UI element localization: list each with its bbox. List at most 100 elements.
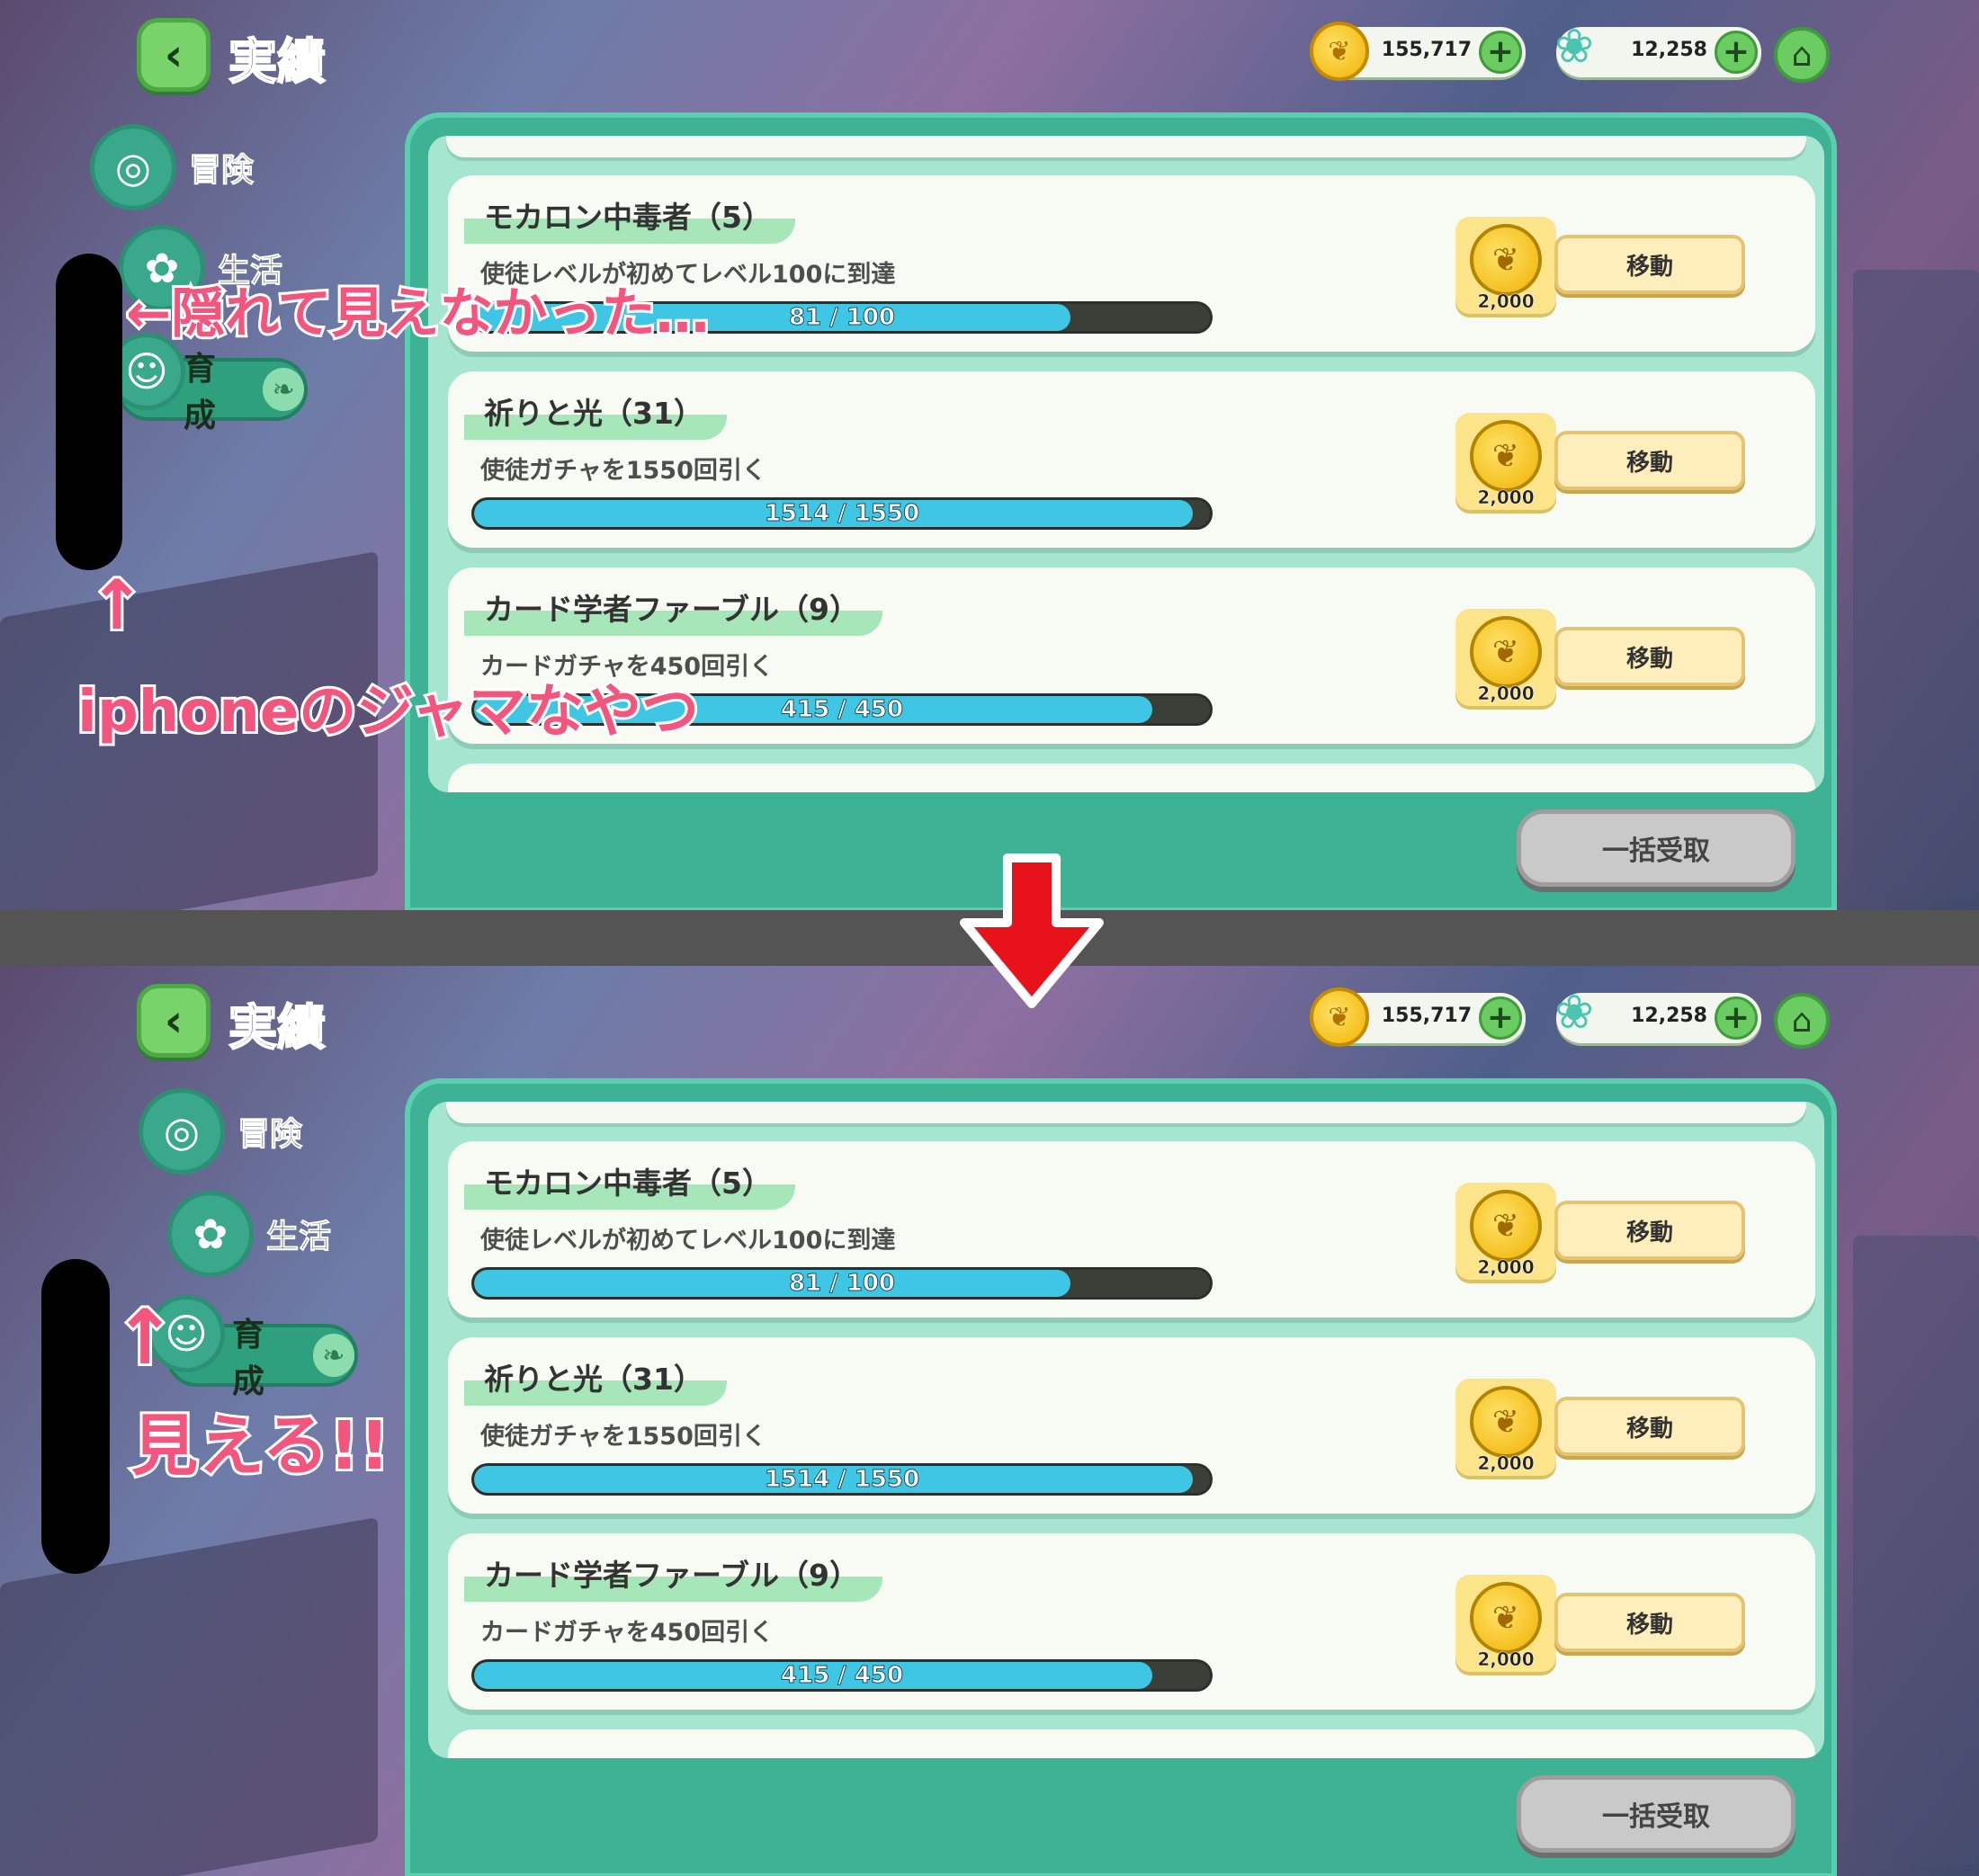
tab-adventure[interactable]: ◎ 冒険	[90, 124, 255, 210]
reward-box: ❦ 2,000	[1455, 217, 1556, 314]
reward-amount: 2,000	[1477, 683, 1535, 705]
gem-counter: ❀ 12,258 +	[1554, 20, 1761, 77]
move-button[interactable]: 移動	[1554, 235, 1745, 294]
achievement-description: カードガチャを450回引く	[480, 1619, 775, 1647]
reward-box: ❦ 2,000	[1455, 1379, 1556, 1476]
home-button[interactable]: ⌂	[1774, 27, 1830, 83]
bulk-receive-button[interactable]: 一括受取	[1517, 1775, 1795, 1853]
achievement-title: モカロン中毒者（5）	[464, 1154, 795, 1210]
reward-amount: 2,000	[1477, 1256, 1535, 1279]
home-icon: ⌂	[1791, 1002, 1813, 1040]
coin-counter: ❦ 155,717 +	[1310, 22, 1526, 81]
reward-amount: 2,000	[1477, 290, 1535, 313]
achievement-card-partial	[448, 764, 1815, 792]
achievement-description: 使徒ガチャを1550回引く	[480, 1423, 766, 1451]
background-crystal	[1853, 270, 1979, 899]
gem-amount: 12,258	[1631, 39, 1707, 61]
add-coins-button[interactable]: +	[1479, 31, 1522, 74]
compass-icon: ◎	[90, 124, 176, 210]
coin-counter: ❦ 155,717 +	[1310, 987, 1526, 1047]
reward-box: ❦ 2,000	[1455, 1183, 1556, 1280]
chevron-left-icon: ‹	[164, 995, 184, 1047]
achievement-card: 祈りと光（31） 使徒ガチャを1550回引く 1514 / 1550 ❦ 2,00…	[448, 1337, 1815, 1514]
coin-icon: ❦	[1470, 224, 1542, 296]
achievement-list[interactable]: モカロン中毒者（5） 使徒レベルが初めてレベル100に到達 81 / 100 ❦…	[428, 1102, 1824, 1758]
reward-amount: 2,000	[1477, 1452, 1535, 1475]
coin-amount: 155,717	[1381, 1005, 1472, 1027]
achievement-description: 使徒レベルが初めてレベル100に到達	[480, 1227, 896, 1255]
screenshot-after: ‹ 実績 ❦ 155,717 + ❀ 12,258 + ⌂ ◎ 冒険 ✿ 生活 …	[0, 966, 1979, 1876]
back-button[interactable]: ‹	[137, 18, 210, 92]
add-gems-button[interactable]: +	[1715, 996, 1758, 1040]
page-title: 実績	[228, 32, 327, 91]
screenshot-before: ‹ 実績 ❦ 155,717 + ❀ 12,258 + ⌂ ◎ 冒険 ✿ 生活 …	[0, 0, 1979, 910]
achievement-panel: モカロン中毒者（5） 使徒レベルが初めてレベル100に到達 81 / 100 ❦…	[405, 112, 1837, 910]
achievement-card-partial	[448, 1729, 1815, 1758]
achievement-card: モカロン中毒者（5） 使徒レベルが初めてレベル100に到達 81 / 100 ❦…	[448, 1141, 1815, 1318]
achievement-title: 祈りと光（31）	[464, 1350, 727, 1406]
achievement-title: カード学者ファーブル（9）	[464, 580, 882, 636]
progress-text: 1514 / 1550	[764, 1466, 920, 1493]
tab-label: 生活	[265, 1219, 332, 1256]
annotation-visible: 見える!!	[129, 1405, 392, 1487]
achievement-panel: モカロン中毒者（5） 使徒レベルが初めてレベル100に到達 81 / 100 ❦…	[405, 1078, 1837, 1876]
tab-label: 冒険	[237, 1116, 303, 1154]
move-button[interactable]: 移動	[1554, 1397, 1745, 1456]
iphone-notch	[41, 1259, 110, 1574]
coin-icon: ❦	[1470, 420, 1542, 492]
progress-bar: 1514 / 1550	[471, 497, 1213, 530]
move-button[interactable]: 移動	[1554, 1593, 1745, 1652]
tab-label: 育成	[184, 351, 217, 434]
tab-life[interactable]: ✿ 生活	[167, 1191, 332, 1277]
reward-amount: 2,000	[1477, 1648, 1535, 1671]
progress-bar: 1514 / 1550	[471, 1463, 1213, 1496]
move-button[interactable]: 移動	[1554, 627, 1745, 686]
progress-text: 415 / 450	[780, 1662, 904, 1689]
tab-adventure[interactable]: ◎ 冒険	[139, 1088, 303, 1175]
annotation-hidden: ←隠れて見えなかった…	[123, 280, 712, 348]
add-gems-button[interactable]: +	[1715, 31, 1758, 74]
move-button[interactable]: 移動	[1554, 431, 1745, 490]
coin-icon: ❦	[1470, 616, 1542, 688]
tab-label: 育成	[232, 1317, 265, 1400]
leaf-icon: ❧	[312, 1334, 354, 1377]
add-coins-button[interactable]: +	[1479, 996, 1522, 1040]
annotation-up-arrow: ↑	[111, 1291, 179, 1384]
bulk-receive-button[interactable]: 一括受取	[1517, 809, 1795, 887]
reward-box: ❦ 2,000	[1455, 413, 1556, 510]
home-button[interactable]: ⌂	[1774, 993, 1830, 1049]
list-top-edge	[446, 136, 1806, 157]
house-icon: ✿	[167, 1191, 254, 1277]
page-title: 実績	[228, 998, 327, 1057]
tab-label: 冒険	[188, 152, 255, 190]
achievement-title: カード学者ファーブル（9）	[464, 1546, 882, 1602]
achievement-description: 使徒ガチャを1550回引く	[480, 457, 766, 485]
annotation-iphone: iphoneのジャマなやつ	[75, 676, 702, 748]
coin-icon: ❦	[1310, 22, 1369, 81]
coin-icon: ❦	[1470, 1190, 1542, 1262]
reward-amount: 2,000	[1477, 487, 1535, 509]
chevron-left-icon: ‹	[164, 29, 184, 81]
down-arrow-icon	[960, 853, 1104, 1008]
coin-icon: ❦	[1470, 1582, 1542, 1654]
move-button[interactable]: 移動	[1554, 1201, 1745, 1260]
coin-amount: 155,717	[1381, 39, 1472, 61]
leaf-icon: ❧	[263, 368, 304, 411]
progress-text: 81 / 100	[788, 1270, 896, 1297]
gem-counter: ❀ 12,258 +	[1554, 986, 1761, 1043]
achievement-card: 祈りと光（31） 使徒ガチャを1550回引く 1514 / 1550 ❦ 2,00…	[448, 371, 1815, 548]
compass-icon: ◎	[139, 1088, 225, 1175]
achievement-card: カード学者ファーブル（9） カードガチャを450回引く 415 / 450 ❦ 2…	[448, 1533, 1815, 1710]
gem-icon: ❀	[1554, 986, 1594, 1040]
gem-amount: 12,258	[1631, 1005, 1707, 1027]
back-button[interactable]: ‹	[137, 984, 210, 1058]
iphone-notch	[56, 254, 122, 570]
progress-bar: 415 / 450	[471, 1659, 1213, 1692]
reward-box: ❦ 2,000	[1455, 1575, 1556, 1672]
achievement-title: モカロン中毒者（5）	[464, 188, 795, 244]
progress-bar: 81 / 100	[471, 1267, 1213, 1300]
gem-icon: ❀	[1554, 20, 1594, 74]
list-top-edge	[446, 1102, 1806, 1123]
background-crystal	[0, 1516, 378, 1876]
coin-icon: ❦	[1310, 987, 1369, 1047]
